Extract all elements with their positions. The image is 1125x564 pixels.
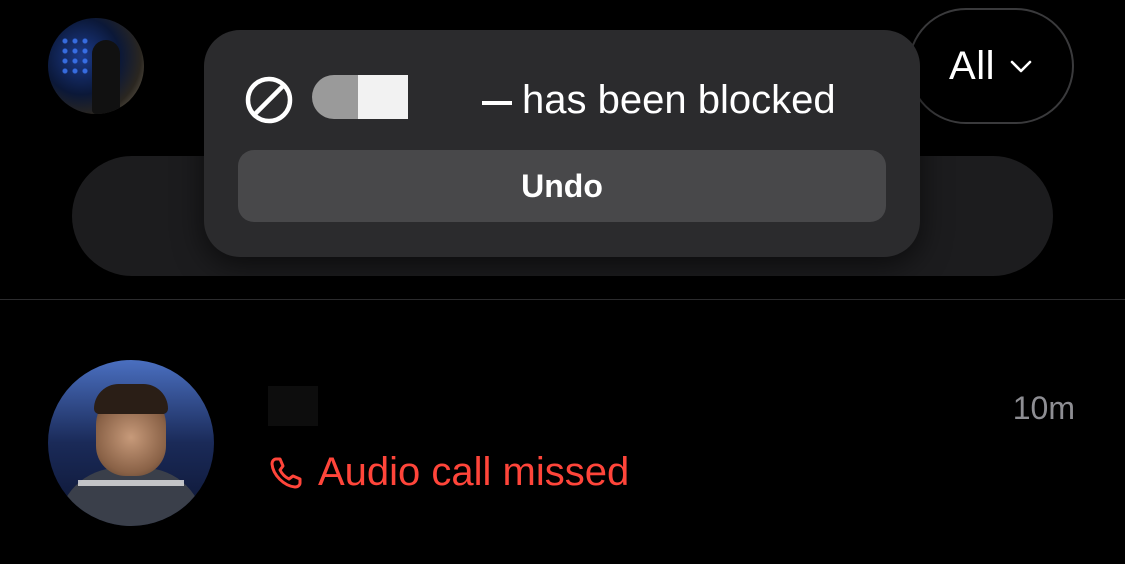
phone-icon: [270, 457, 302, 488]
toast-message: has been blocked: [522, 77, 836, 122]
toast-message-row: has been blocked: [244, 72, 836, 128]
divider: [0, 299, 1125, 300]
chevron-down-icon: [1010, 60, 1032, 73]
message-timestamp: 10m: [1012, 390, 1075, 426]
message-preview: Audio call missed: [268, 450, 629, 495]
missed-call-text: Audio call missed: [318, 450, 630, 494]
undo-button[interactable]: Undo: [238, 150, 886, 222]
avatar-background: [60, 36, 90, 76]
messages-screen: All has been blocked Undo 10m Audio call…: [0, 0, 1125, 564]
avatar-figure: [92, 40, 120, 114]
blocked-icon: [245, 76, 293, 124]
filter-dropdown[interactable]: All: [908, 8, 1074, 124]
filter-label: All: [949, 43, 995, 88]
conversation-row[interactable]: 10m Audio call missed: [0, 350, 1125, 540]
blocked-toast: has been blocked Undo: [204, 30, 920, 257]
contact-avatar[interactable]: [48, 360, 214, 526]
redacted-username: [312, 75, 512, 125]
redacted-contact-name: [268, 386, 318, 426]
profile-avatar[interactable]: [48, 18, 144, 114]
